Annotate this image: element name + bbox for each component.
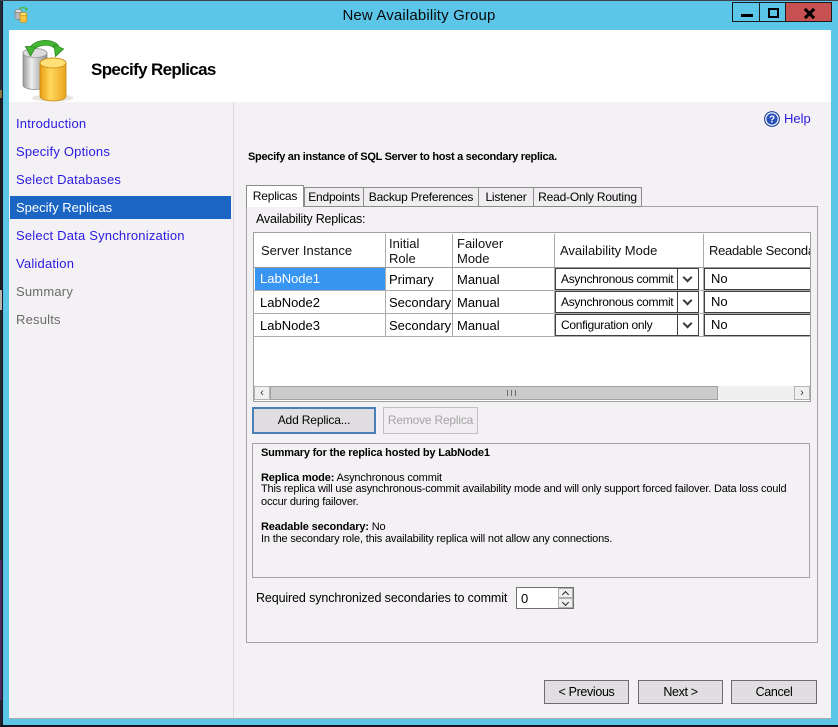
svg-text:?: ? xyxy=(769,115,775,126)
